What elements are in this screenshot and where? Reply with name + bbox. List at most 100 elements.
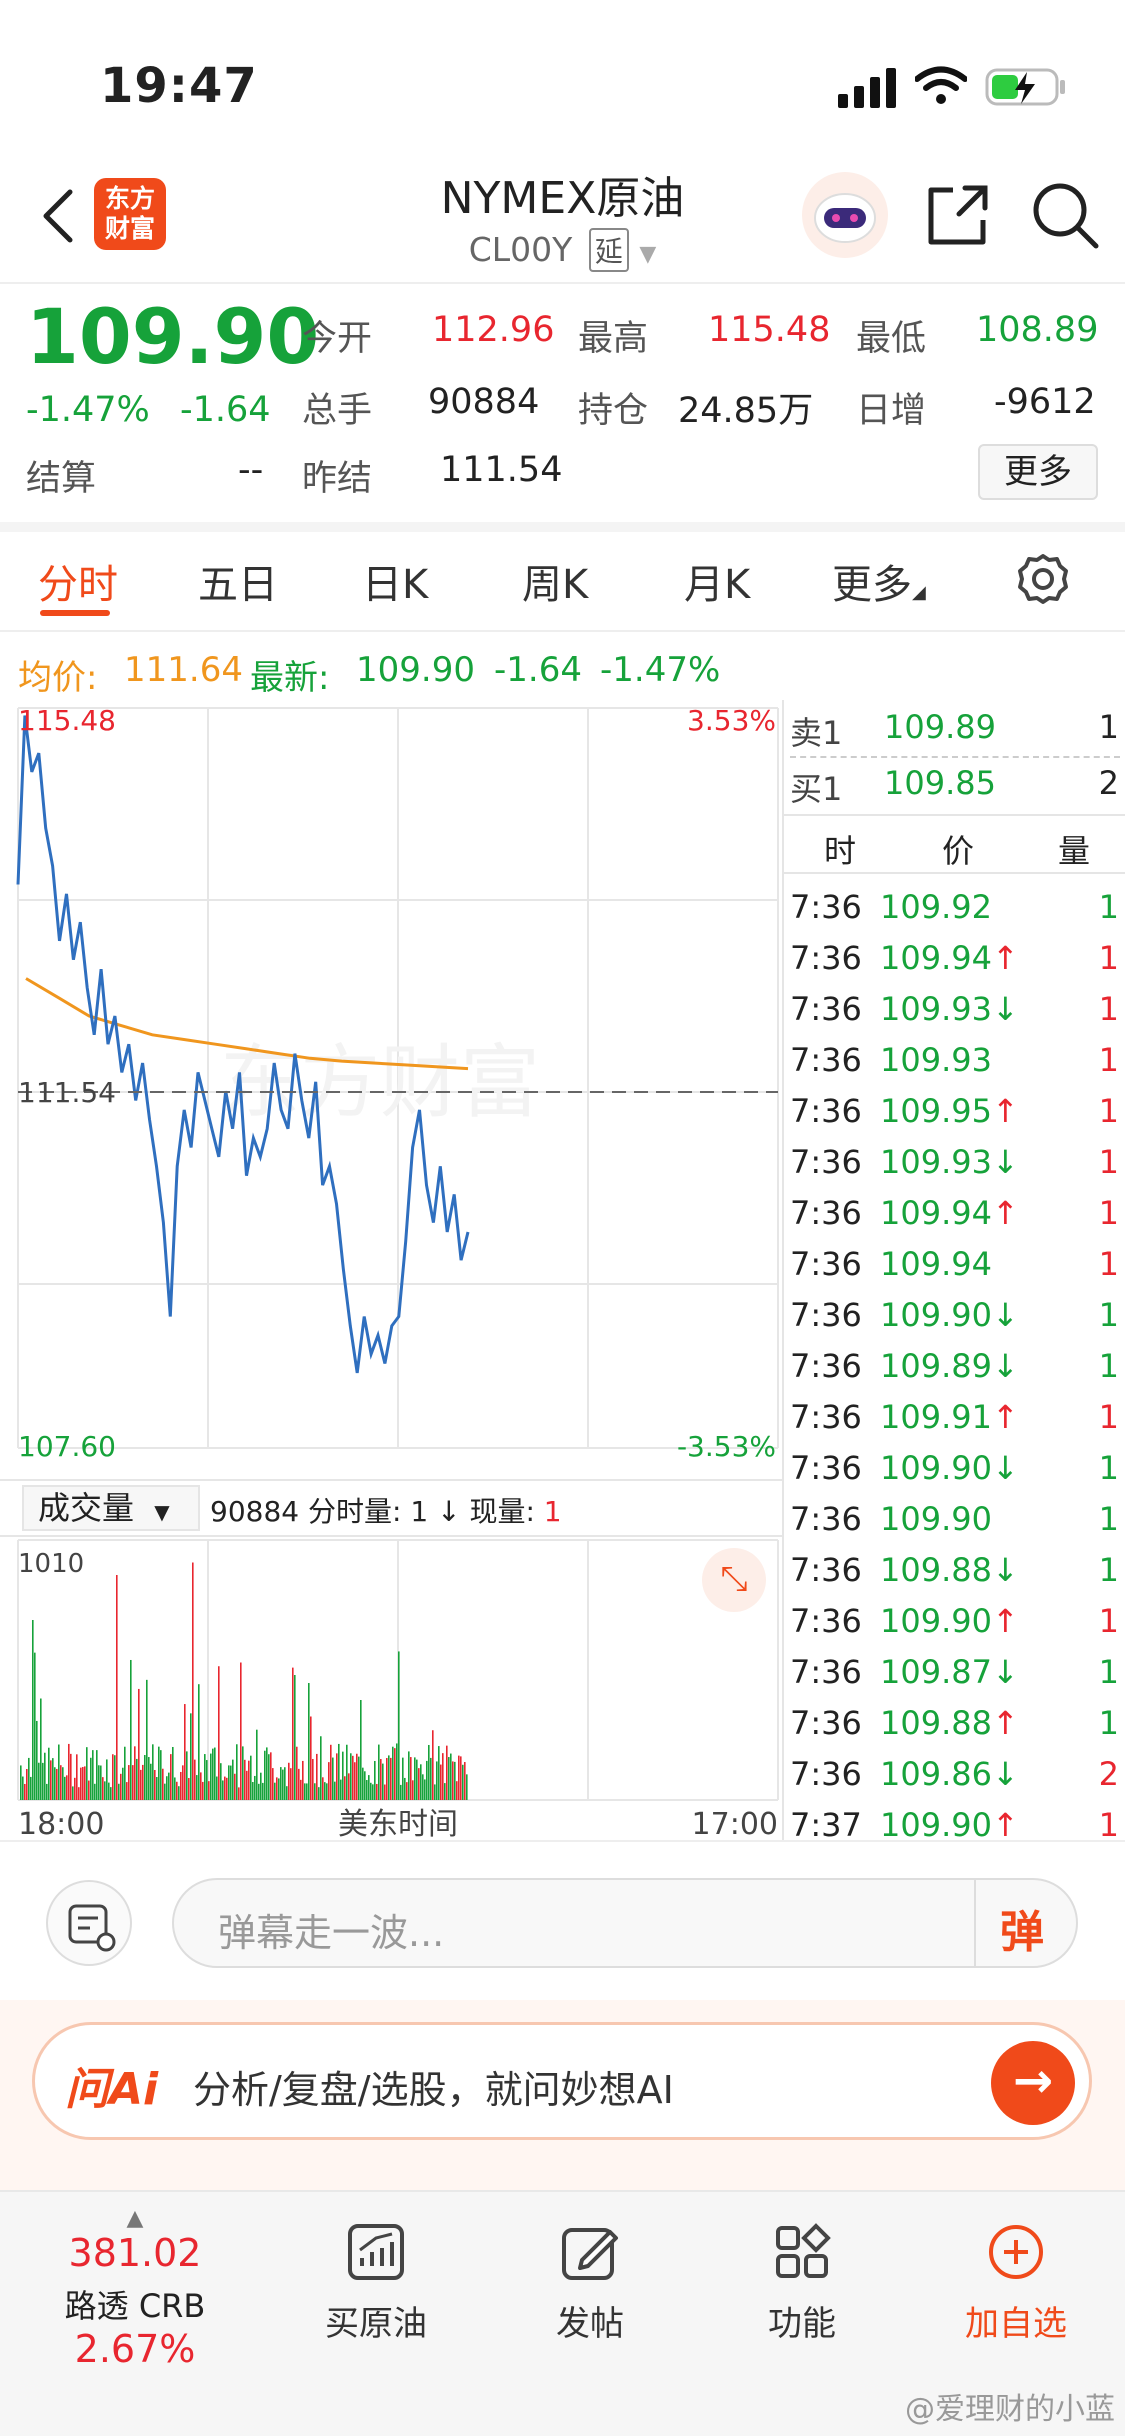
tab-post-label: 发帖 xyxy=(556,2304,624,2344)
indicator-selector[interactable]: 成交量 ▼ xyxy=(22,1485,200,1531)
volume-bar xyxy=(68,1743,70,1800)
volume-bar xyxy=(164,1783,166,1800)
index-name: 路透 CRB xyxy=(64,2287,206,2325)
ai-query-input[interactable]: 问Ai 分析/复盘/选股，就问妙想AI → xyxy=(32,2022,1092,2140)
down-arrow-icon: ↓ xyxy=(991,1653,1019,1691)
volume-bar xyxy=(328,1762,330,1800)
share-icon[interactable] xyxy=(925,182,991,248)
tab-post[interactable]: 发帖 xyxy=(500,2222,680,2345)
ai-robot-avatar-icon[interactable] xyxy=(800,170,890,260)
arrow-right-icon[interactable]: → xyxy=(991,2041,1075,2125)
latest-label: 最新: xyxy=(250,658,330,698)
trade-row: 7:36 109.88↑ 1 xyxy=(784,1696,1125,1747)
volume-bar xyxy=(322,1777,324,1800)
volume-bar xyxy=(348,1773,350,1800)
volume-bar xyxy=(350,1753,352,1800)
volume-bar xyxy=(340,1779,342,1800)
expand-icon[interactable]: ⤡ xyxy=(702,1548,766,1612)
volume-bar xyxy=(166,1776,168,1800)
down-arrow-icon: ↓ xyxy=(991,990,1019,1028)
tab-daily-k[interactable]: 日K xyxy=(362,552,428,610)
volume-bar xyxy=(268,1754,270,1800)
trade-volume: 1 xyxy=(1098,1041,1119,1079)
trade-price: 109.90 xyxy=(880,1500,992,1538)
volume-bar xyxy=(388,1755,390,1800)
settle-value: -- xyxy=(238,450,264,490)
volume-bar xyxy=(224,1776,226,1800)
volume-bar xyxy=(72,1786,74,1800)
more-button[interactable]: 更多 xyxy=(978,444,1098,500)
tab-monthly-k[interactable]: 月K xyxy=(684,552,750,610)
volume-bar xyxy=(118,1783,120,1800)
ask-price: 109.89 xyxy=(884,708,996,746)
trade-price: 109.90↑ xyxy=(880,1602,1019,1640)
trade-price: 109.92 xyxy=(880,888,992,926)
index-ticker[interactable]: ▲ 381.02 路透 CRB 2.67% xyxy=(0,2206,270,2371)
volume-bar xyxy=(248,1760,250,1800)
volume-bar xyxy=(186,1751,188,1800)
volume-bar xyxy=(282,1769,284,1800)
volume-bar xyxy=(58,1744,60,1800)
avg-value: 111.64 xyxy=(124,650,243,690)
down-arrow-icon: ↓ xyxy=(437,1495,461,1528)
trade-price: 109.90↓ xyxy=(880,1296,1019,1334)
trade-row: 7:36 109.92 1 xyxy=(784,880,1125,931)
volume-bar xyxy=(438,1746,440,1800)
danmu-toggle-button[interactable]: 弹 xyxy=(1000,1896,1044,1960)
tab-buy-oil-label: 买原油 xyxy=(325,2304,427,2344)
volume-bar xyxy=(32,1620,34,1800)
danmu-bar: 弹幕走一波... 弹 xyxy=(0,1850,1125,2000)
danmu-placeholder: 弹幕走一波... xyxy=(218,1911,445,1955)
volume-bar xyxy=(346,1744,348,1800)
volume-bar xyxy=(288,1762,290,1800)
volume-bar xyxy=(452,1761,454,1800)
tab-add-watchlist[interactable]: 加自选 xyxy=(926,2222,1106,2345)
volume-bar xyxy=(98,1765,100,1800)
settings-gear-icon[interactable] xyxy=(1016,552,1070,606)
tab-functions[interactable]: 功能 xyxy=(712,2222,892,2345)
open-label: 今开 xyxy=(302,319,373,359)
volume-bar xyxy=(250,1755,252,1800)
volume-bar xyxy=(24,1783,26,1800)
search-icon[interactable] xyxy=(1030,180,1100,250)
volume-bar xyxy=(378,1744,380,1800)
tab-five-day[interactable]: 五日 xyxy=(198,552,278,610)
change-amount: -1.64 xyxy=(180,390,271,430)
volume-bar xyxy=(28,1757,30,1800)
volume-bar xyxy=(126,1782,128,1800)
volume-bar xyxy=(326,1783,328,1800)
tab-buy-oil[interactable]: 买原油 xyxy=(286,2222,466,2345)
danmu-input[interactable]: 弹幕走一波... 弹 xyxy=(172,1878,1078,1968)
trade-time: 7:36 xyxy=(790,1398,862,1436)
volume-bar xyxy=(218,1666,220,1800)
trades-header: 时 价 量 xyxy=(784,820,1125,871)
low-value: 108.89 xyxy=(976,310,1099,350)
volume-bar xyxy=(296,1746,298,1800)
tab-intraday[interactable]: 分时 xyxy=(38,552,118,610)
chart-up-icon xyxy=(348,2224,404,2280)
trade-row: 7:36 109.88↓ 1 xyxy=(784,1543,1125,1594)
tab-weekly-k[interactable]: 周K xyxy=(522,552,588,610)
volume-bar xyxy=(214,1747,216,1800)
trade-time: 7:36 xyxy=(790,1347,862,1385)
current-volume-value: 1 xyxy=(543,1495,562,1528)
intraday-chart[interactable]: 东方财富 115.48 111.54 107.60 3.53% -3.53% 1… xyxy=(0,700,782,1850)
signal-icon xyxy=(838,68,896,108)
open-interest-label: 持仓 xyxy=(578,391,649,431)
trade-volume: 1 xyxy=(1098,888,1119,926)
volume-bar xyxy=(318,1787,320,1800)
volume-bar xyxy=(138,1688,140,1800)
volume-bar xyxy=(334,1781,336,1800)
volume-value: 90884 xyxy=(428,382,540,422)
trade-time: 7:36 xyxy=(790,1551,862,1589)
trade-price: 109.90↑ xyxy=(880,1806,1019,1844)
volume-bar xyxy=(390,1757,392,1800)
volume-bar xyxy=(48,1747,50,1800)
tab-more[interactable]: 更多◢ xyxy=(832,552,926,610)
down-arrow-icon: ↓ xyxy=(991,1143,1019,1181)
note-settings-icon[interactable] xyxy=(46,1880,132,1966)
volume-bar xyxy=(154,1769,156,1800)
price-info-bar: 均价: 111.64 最新: 109.90 -1.64 -1.47% xyxy=(0,640,780,700)
volume-bar xyxy=(66,1775,68,1800)
volume-bar xyxy=(142,1764,144,1800)
